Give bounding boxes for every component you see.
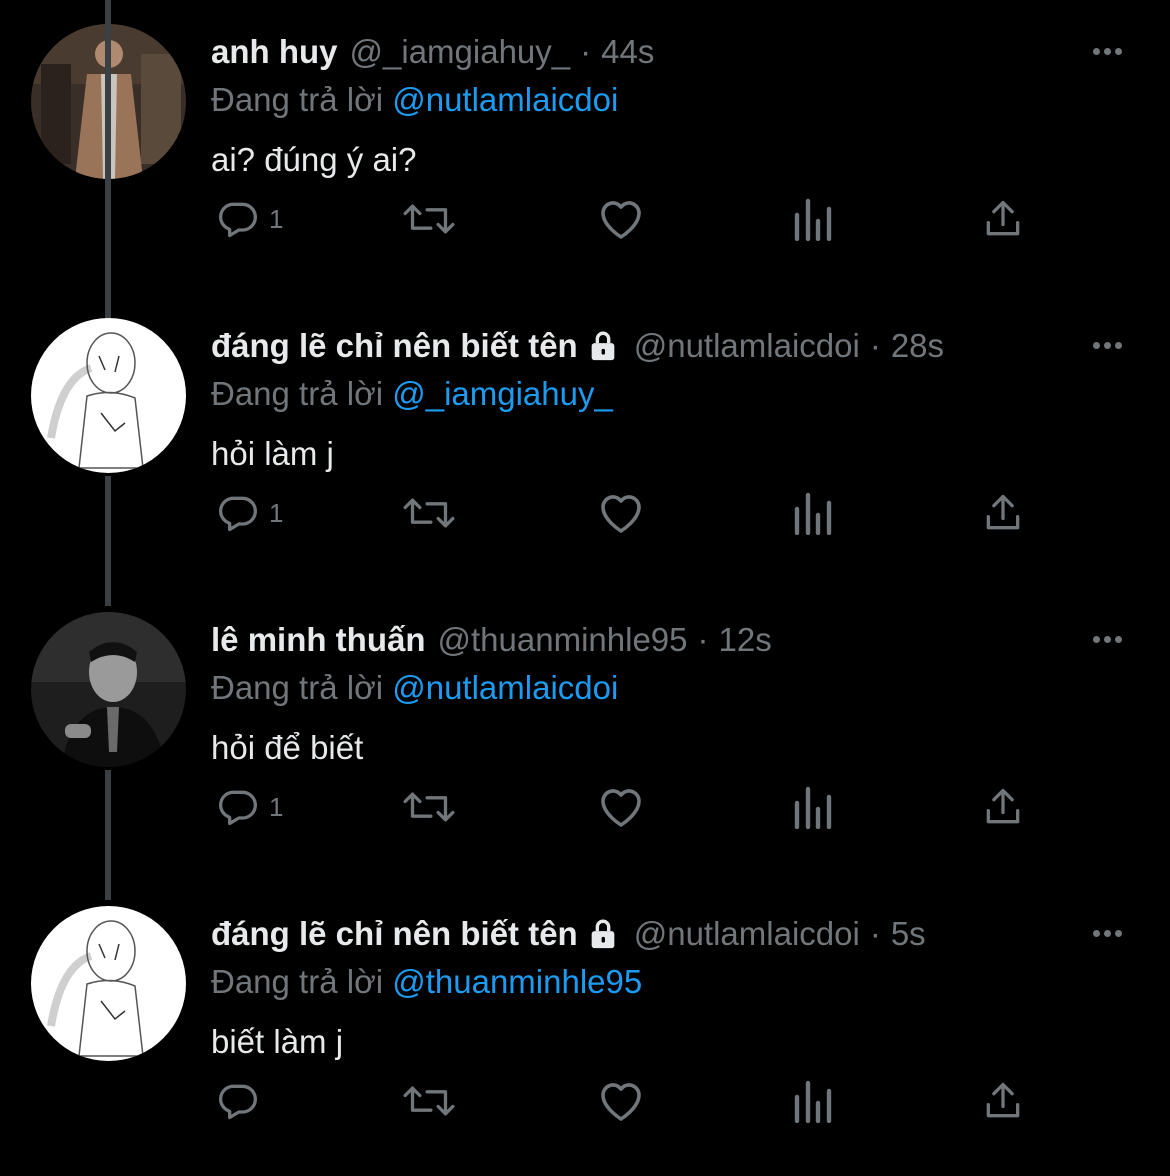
tweet-2[interactable]: đáng lẽ chỉ nên biết tên @nutlamlaicdoi … <box>0 0 1170 606</box>
like-icon <box>601 789 641 827</box>
replying-to-label: Đang trả lời <box>211 669 384 706</box>
reply-button[interactable]: 1 <box>215 783 283 831</box>
tweet-4[interactable]: đáng lẽ chỉ nên biết tên @nutlamlaicdoi … <box>0 882 1170 1176</box>
avatar[interactable] <box>31 612 186 767</box>
like-button[interactable] <box>597 195 645 243</box>
display-name[interactable]: đáng lẽ chỉ nên biết tên <box>211 324 578 368</box>
like-button[interactable] <box>597 783 645 831</box>
views-button[interactable] <box>793 783 833 831</box>
reply-icon <box>219 496 257 532</box>
user-handle[interactable]: @nutlamlaicdoi <box>634 324 860 368</box>
views-icon <box>794 492 832 535</box>
share-button[interactable] <box>981 1077 1025 1125</box>
reply-button[interactable]: 1 <box>215 195 283 243</box>
separator-dot: · <box>869 915 881 952</box>
like-icon <box>601 1083 641 1121</box>
tweet-text: hỏi làm j <box>211 435 334 472</box>
more-icon[interactable] <box>1084 624 1130 654</box>
reply-icon <box>219 202 257 238</box>
tweet-text: hỏi để biết <box>211 729 364 766</box>
reply-icon <box>219 1084 257 1120</box>
replying-to: Đang trả lời @nutlamlaicdoi <box>211 78 618 122</box>
share-icon <box>986 494 1020 530</box>
avatar[interactable] <box>31 318 186 473</box>
timestamp[interactable]: 44s <box>601 30 654 74</box>
mention-link[interactable]: @thuanminhle95 <box>392 963 642 1000</box>
retweet-button[interactable] <box>401 489 457 537</box>
share-icon <box>986 200 1020 236</box>
like-button[interactable] <box>597 1077 645 1125</box>
separator-dot: · <box>697 621 709 658</box>
replying-to: Đang trả lời @_iamgiahuy_ <box>211 372 613 416</box>
lock-icon <box>586 917 620 951</box>
tweet-1[interactable]: anh huy @_iamgiahuy_ · 44s Đang trả lời … <box>0 0 1170 312</box>
thread-line <box>105 0 111 318</box>
action-bar <box>211 1077 1061 1125</box>
retweet-icon <box>403 204 455 234</box>
display-name[interactable]: lê minh thuấn <box>211 618 426 662</box>
action-bar: 1 <box>211 195 1061 243</box>
tweet-header: đáng lẽ chỉ nên biết tên @nutlamlaicdoi … <box>211 324 944 368</box>
views-icon <box>794 198 832 241</box>
like-button[interactable] <box>597 489 645 537</box>
mention-link[interactable]: @nutlamlaicdoi <box>392 669 618 706</box>
user-handle[interactable]: @nutlamlaicdoi <box>634 912 860 956</box>
retweet-button[interactable] <box>401 783 457 831</box>
avatar[interactable] <box>31 906 186 1061</box>
separator-dot: · <box>580 33 592 70</box>
more-icon[interactable] <box>1084 918 1130 948</box>
tweet-3[interactable]: lê minh thuấn @thuanminhle95 · 12s Đang … <box>0 588 1170 900</box>
separator-dot: · <box>869 327 881 364</box>
retweet-icon <box>403 1086 455 1116</box>
views-icon <box>794 1080 832 1123</box>
share-button[interactable] <box>981 195 1025 243</box>
retweet-icon <box>403 498 455 528</box>
mention-link[interactable]: @nutlamlaicdoi <box>392 81 618 118</box>
views-button[interactable] <box>793 1077 833 1125</box>
replying-to: Đang trả lời @nutlamlaicdoi <box>211 666 618 710</box>
timestamp[interactable]: 28s <box>891 324 944 368</box>
tweet-header: lê minh thuấn @thuanminhle95 · 12s <box>211 618 772 662</box>
reply-count: 1 <box>269 791 284 822</box>
reply-count: 1 <box>269 203 284 234</box>
reply-button[interactable]: 1 <box>215 489 283 537</box>
share-button[interactable] <box>981 489 1025 537</box>
like-icon <box>601 495 641 533</box>
views-button[interactable] <box>793 489 833 537</box>
views-button[interactable] <box>793 195 833 243</box>
share-button[interactable] <box>981 783 1025 831</box>
more-icon[interactable] <box>1084 36 1130 66</box>
timestamp[interactable]: 12s <box>719 618 772 662</box>
share-icon <box>986 788 1020 824</box>
reply-icon <box>219 790 257 826</box>
lock-icon <box>586 329 620 363</box>
replying-to-label: Đang trả lời <box>211 375 384 412</box>
action-bar: 1 <box>211 489 1061 537</box>
user-handle[interactable]: @_iamgiahuy_ <box>350 30 571 74</box>
tweet-text: biết làm j <box>211 1023 344 1060</box>
user-handle[interactable]: @thuanminhle95 <box>438 618 688 662</box>
tweet-header: anh huy @_iamgiahuy_ · 44s <box>211 30 654 74</box>
like-icon <box>601 201 641 239</box>
reply-button[interactable] <box>215 1077 269 1125</box>
display-name[interactable]: anh huy <box>211 30 338 74</box>
retweet-button[interactable] <box>401 195 457 243</box>
timestamp[interactable]: 5s <box>891 912 926 956</box>
reply-count: 1 <box>269 497 284 528</box>
retweet-icon <box>403 792 455 822</box>
thread-line <box>105 770 111 900</box>
views-icon <box>794 786 832 829</box>
tweet-header: đáng lẽ chỉ nên biết tên @nutlamlaicdoi … <box>211 912 926 956</box>
display-name[interactable]: đáng lẽ chỉ nên biết tên <box>211 912 578 956</box>
replying-to-label: Đang trả lời <box>211 81 384 118</box>
tweet-text: ai? đúng ý ai? <box>211 141 417 178</box>
replying-to-label: Đang trả lời <box>211 963 384 1000</box>
share-icon <box>986 1082 1020 1118</box>
thread-line <box>105 476 111 606</box>
retweet-button[interactable] <box>401 1077 457 1125</box>
more-icon[interactable] <box>1084 330 1130 360</box>
mention-link[interactable]: @_iamgiahuy_ <box>392 375 613 412</box>
action-bar: 1 <box>211 783 1061 831</box>
replying-to: Đang trả lời @thuanminhle95 <box>211 960 642 1004</box>
